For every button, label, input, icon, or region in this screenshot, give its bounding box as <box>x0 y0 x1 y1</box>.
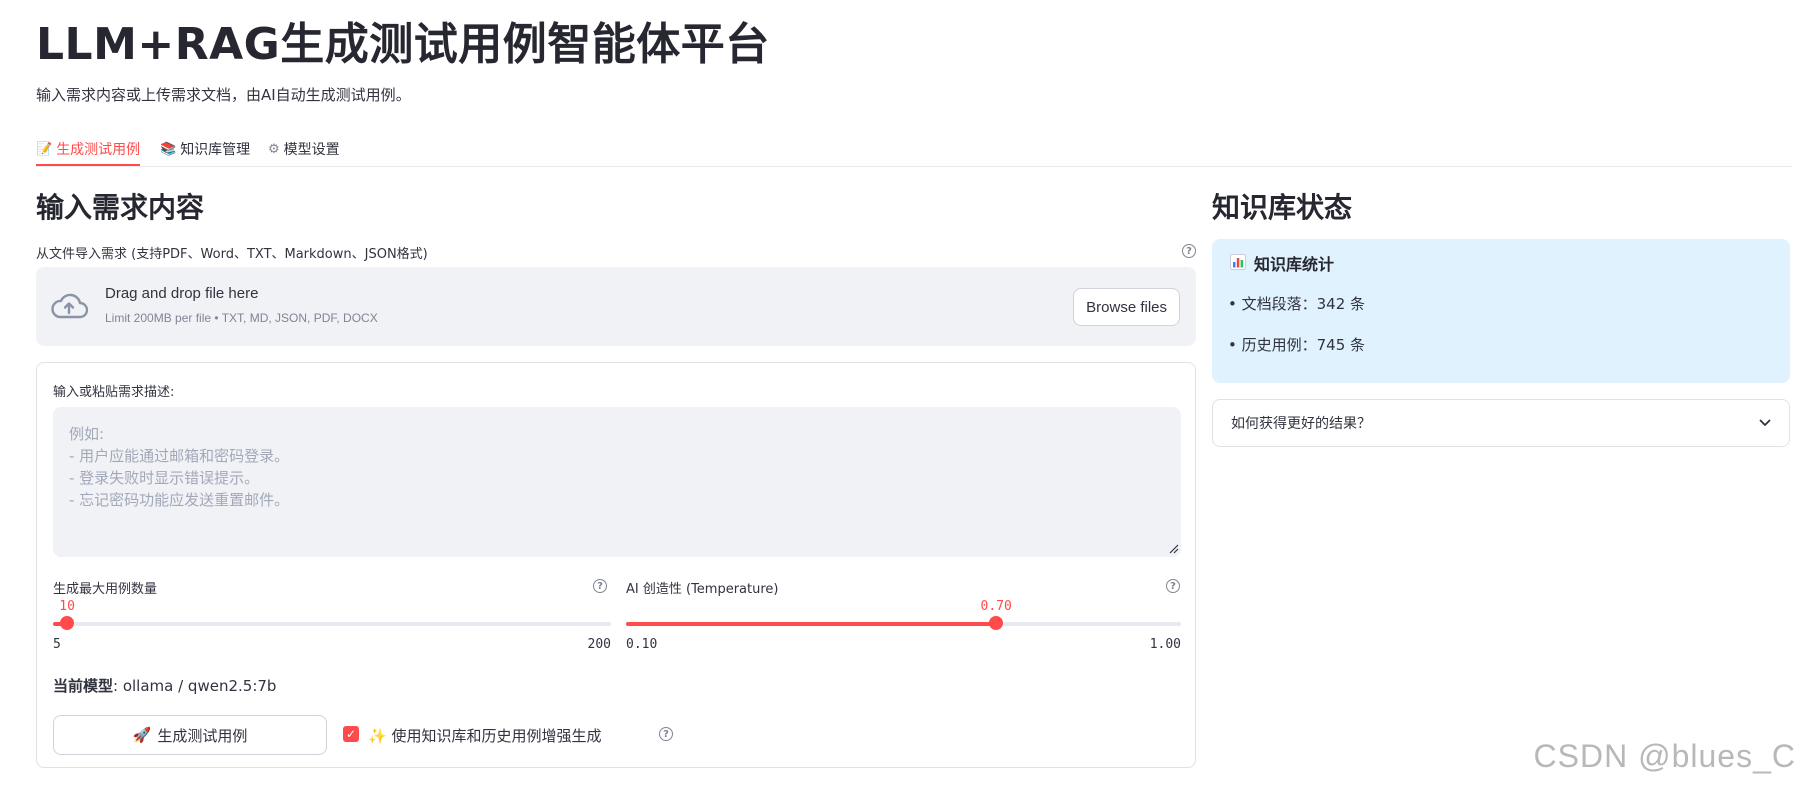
requirement-label: 输入或粘贴需求描述: <box>53 385 175 400</box>
resize-handle-icon[interactable] <box>1169 544 1179 554</box>
tab-bar: 📝 生成测试用例 📚 知识库管理 ⚙ 模型设置 <box>36 130 1792 167</box>
memo-icon: 📝 <box>36 141 53 157</box>
cloud-upload-icon <box>51 293 88 319</box>
file-dropzone[interactable]: Drag and drop file here Limit 200MB per … <box>36 267 1196 346</box>
generate-test-cases-button[interactable]: 🚀 生成测试用例 <box>53 715 327 755</box>
temperature-help-icon[interactable]: ? <box>1166 579 1180 593</box>
expander-label: 如何获得更好的结果？ <box>1231 416 1371 432</box>
upload-label: 从文件导入需求 (支持PDF、Word、TXT、Markdown、JSON格式) <box>36 247 428 262</box>
kb-stat-documents: • 文档段落：342 条 <box>1228 295 1366 313</box>
rag-checkbox-label[interactable]: ✨ 使用知识库和历史用例增强生成 <box>368 725 601 746</box>
tab-label: 模型设置 <box>283 142 340 158</box>
max-cases-min: 5 <box>53 637 61 652</box>
kb-stat-history-cases: • 历史用例：745 条 <box>1228 336 1366 354</box>
main-heading: 输入需求内容 <box>36 191 205 224</box>
current-model-label: 当前模型 <box>53 677 114 695</box>
kb-stats-title: 知识库统计 <box>1254 255 1335 274</box>
tab-label: 知识库管理 <box>180 142 251 158</box>
tab-knowledge-base[interactable]: 📚 知识库管理 <box>160 134 250 164</box>
max-cases-slider-thumb[interactable] <box>60 616 75 630</box>
temperature-slider-fill <box>626 622 996 626</box>
books-icon: 📚 <box>160 141 177 157</box>
drop-text: Drag and drop file here <box>105 285 259 302</box>
page-subtitle: 输入需求内容或上传需求文档，由AI自动生成测试用例。 <box>36 86 411 104</box>
max-cases-help-icon[interactable]: ? <box>593 579 607 593</box>
tab-generate[interactable]: 📝 生成测试用例 <box>36 134 141 166</box>
limit-text: Limit 200MB per file • TXT, MD, JSON, PD… <box>105 311 378 325</box>
requirement-textarea[interactable] <box>53 407 1181 557</box>
kb-stats-box: 知识库统计 • 文档段落：342 条 • 历史用例：745 条 <box>1212 239 1790 383</box>
current-model-value: : ollama / qwen2.5:7b <box>113 677 277 695</box>
tab-model-settings[interactable]: ⚙ 模型设置 <box>268 134 340 164</box>
temperature-min: 0.10 <box>626 637 658 652</box>
temperature-slider[interactable] <box>626 616 1181 630</box>
page-title: LLM+RAG生成测试用例智能体平台 <box>36 19 770 70</box>
bar-chart-icon <box>1230 254 1246 270</box>
side-heading: 知识库状态 <box>1212 191 1353 224</box>
max-cases-label: 生成最大用例数量 <box>53 582 158 597</box>
rocket-icon: 🚀 <box>132 726 152 744</box>
rag-checkbox[interactable]: ✓ <box>343 726 359 742</box>
generate-button-label: 生成测试用例 <box>157 726 248 745</box>
temperature-max: 1.00 <box>1149 637 1181 652</box>
watermark: CSDN @blues_C <box>1533 738 1796 774</box>
temperature-slider-thumb[interactable] <box>989 616 1003 630</box>
upload-help-icon[interactable]: ? <box>1182 244 1196 258</box>
requirement-form: 输入或粘贴需求描述: 生成最大用例数量 ? 10 5 200 AI 创造性 (T… <box>36 362 1196 768</box>
tips-expander[interactable]: 如何获得更好的结果？ <box>1212 399 1790 447</box>
temperature-value: 0.70 <box>980 599 1012 614</box>
rag-help-icon[interactable]: ? <box>659 727 673 741</box>
gear-icon: ⚙ <box>268 141 280 157</box>
max-cases-slider[interactable] <box>53 616 611 630</box>
temperature-label: AI 创造性 (Temperature) <box>626 582 779 597</box>
chevron-down-icon <box>1759 419 1771 426</box>
max-cases-value: 10 <box>59 599 75 614</box>
current-model: 当前模型: ollama / qwen2.5:7b <box>53 675 276 696</box>
tab-label: 生成测试用例 <box>56 142 141 158</box>
max-cases-max: 200 <box>587 637 611 652</box>
browse-files-button[interactable]: Browse files <box>1073 288 1180 326</box>
